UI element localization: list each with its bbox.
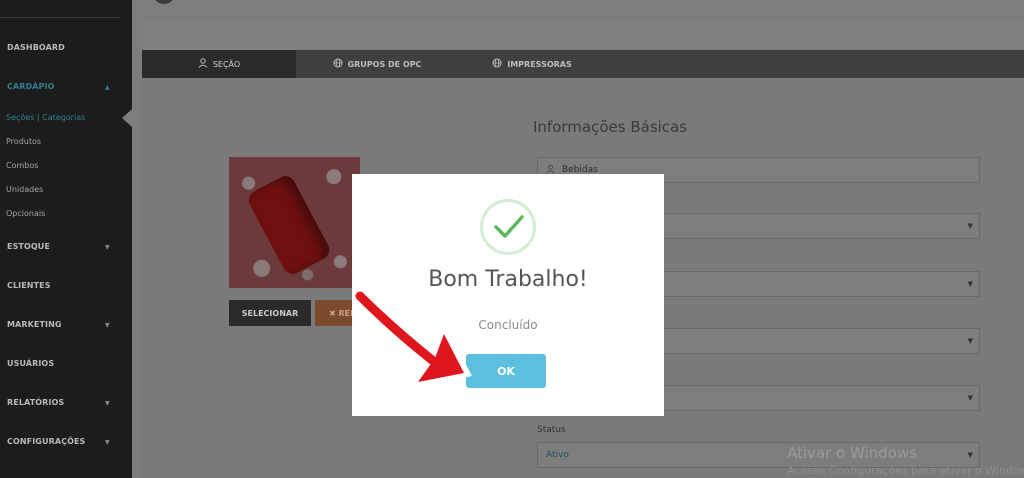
- sidebar: DASHBOARD CARDÁPIO ▲ Seções | Categorias…: [0, 0, 132, 478]
- caret-down-icon: ▼: [967, 394, 973, 402]
- globe-icon: [333, 58, 343, 71]
- sidebar-divider: [0, 17, 120, 18]
- sidebar-item-relatorios[interactable]: RELATÓRIOS: [7, 398, 64, 407]
- tab-label: SEÇÃO: [212, 59, 241, 69]
- tab-impressoras[interactable]: IMPRESSORAS: [482, 50, 582, 78]
- sidebar-subitem-secoes[interactable]: Seções | Categorias: [6, 113, 85, 122]
- caret-down-icon: ▼: [967, 280, 973, 288]
- sidebar-subitem-unidades[interactable]: Unidades: [6, 185, 43, 194]
- annotation-arrow-icon: [353, 290, 472, 388]
- tab-label: GRUPOS DE OPC: [347, 59, 422, 69]
- chevron-down-icon[interactable]: ▼: [105, 400, 110, 407]
- select-image-button[interactable]: SELECIONAR: [229, 300, 311, 326]
- section-image: [229, 157, 360, 288]
- tab-label: IMPRESSORAS: [507, 59, 572, 69]
- windows-activation-text: Acesse Configurações para ativar o Windo…: [787, 464, 1024, 477]
- section-title: Informações Básicas: [533, 118, 688, 136]
- chevron-down-icon[interactable]: ▼: [105, 439, 110, 446]
- caret-down-icon: ▼: [967, 451, 973, 459]
- sidebar-item-configuracoes[interactable]: CONFIGURAÇÕES: [7, 437, 85, 446]
- sidebar-item-marketing[interactable]: MARKETING: [7, 320, 62, 329]
- modal-title: Bom Trabalho!: [428, 267, 588, 292]
- user-icon: [198, 57, 208, 71]
- sidebar-subitem-produtos[interactable]: Produtos: [6, 137, 41, 146]
- chevron-down-icon[interactable]: ▼: [105, 322, 110, 329]
- status-value: Ativo: [546, 450, 569, 460]
- tab-grupos-de-opc[interactable]: GRUPOS DE OPC: [322, 50, 432, 78]
- sidebar-item-dashboard[interactable]: DASHBOARD: [7, 43, 65, 52]
- caret-down-icon: ▼: [967, 222, 973, 230]
- sidebar-subitem-combos[interactable]: Combos: [6, 161, 38, 170]
- globe-icon: [492, 58, 502, 71]
- status-label: Status: [537, 425, 566, 435]
- active-pointer: [122, 109, 132, 127]
- avatar[interactable]: [154, 0, 174, 4]
- success-check-icon: [480, 199, 536, 255]
- chevron-up-icon[interactable]: ▲: [105, 84, 110, 91]
- panel-header: [142, 20, 1024, 50]
- caret-down-icon: ▼: [967, 337, 973, 345]
- sidebar-item-cardapio[interactable]: CARDÁPIO: [7, 82, 55, 91]
- windows-activation-title: Ativar o Windows: [787, 444, 917, 462]
- sidebar-item-clientes[interactable]: CLIENTES: [7, 281, 51, 290]
- topbar: [132, 0, 1024, 14]
- tab-secao[interactable]: SEÇÃO: [142, 50, 296, 78]
- tab-bar: SEÇÃO GRUPOS DE OPC IMPRESSORAS: [142, 50, 1024, 78]
- chevron-down-icon[interactable]: ▼: [105, 244, 110, 251]
- sidebar-subitem-opcionais[interactable]: Opcionais: [6, 209, 45, 218]
- sidebar-item-usuarios[interactable]: USUÁRIOS: [7, 359, 54, 368]
- sidebar-item-estoque[interactable]: ESTOQUE: [7, 242, 50, 251]
